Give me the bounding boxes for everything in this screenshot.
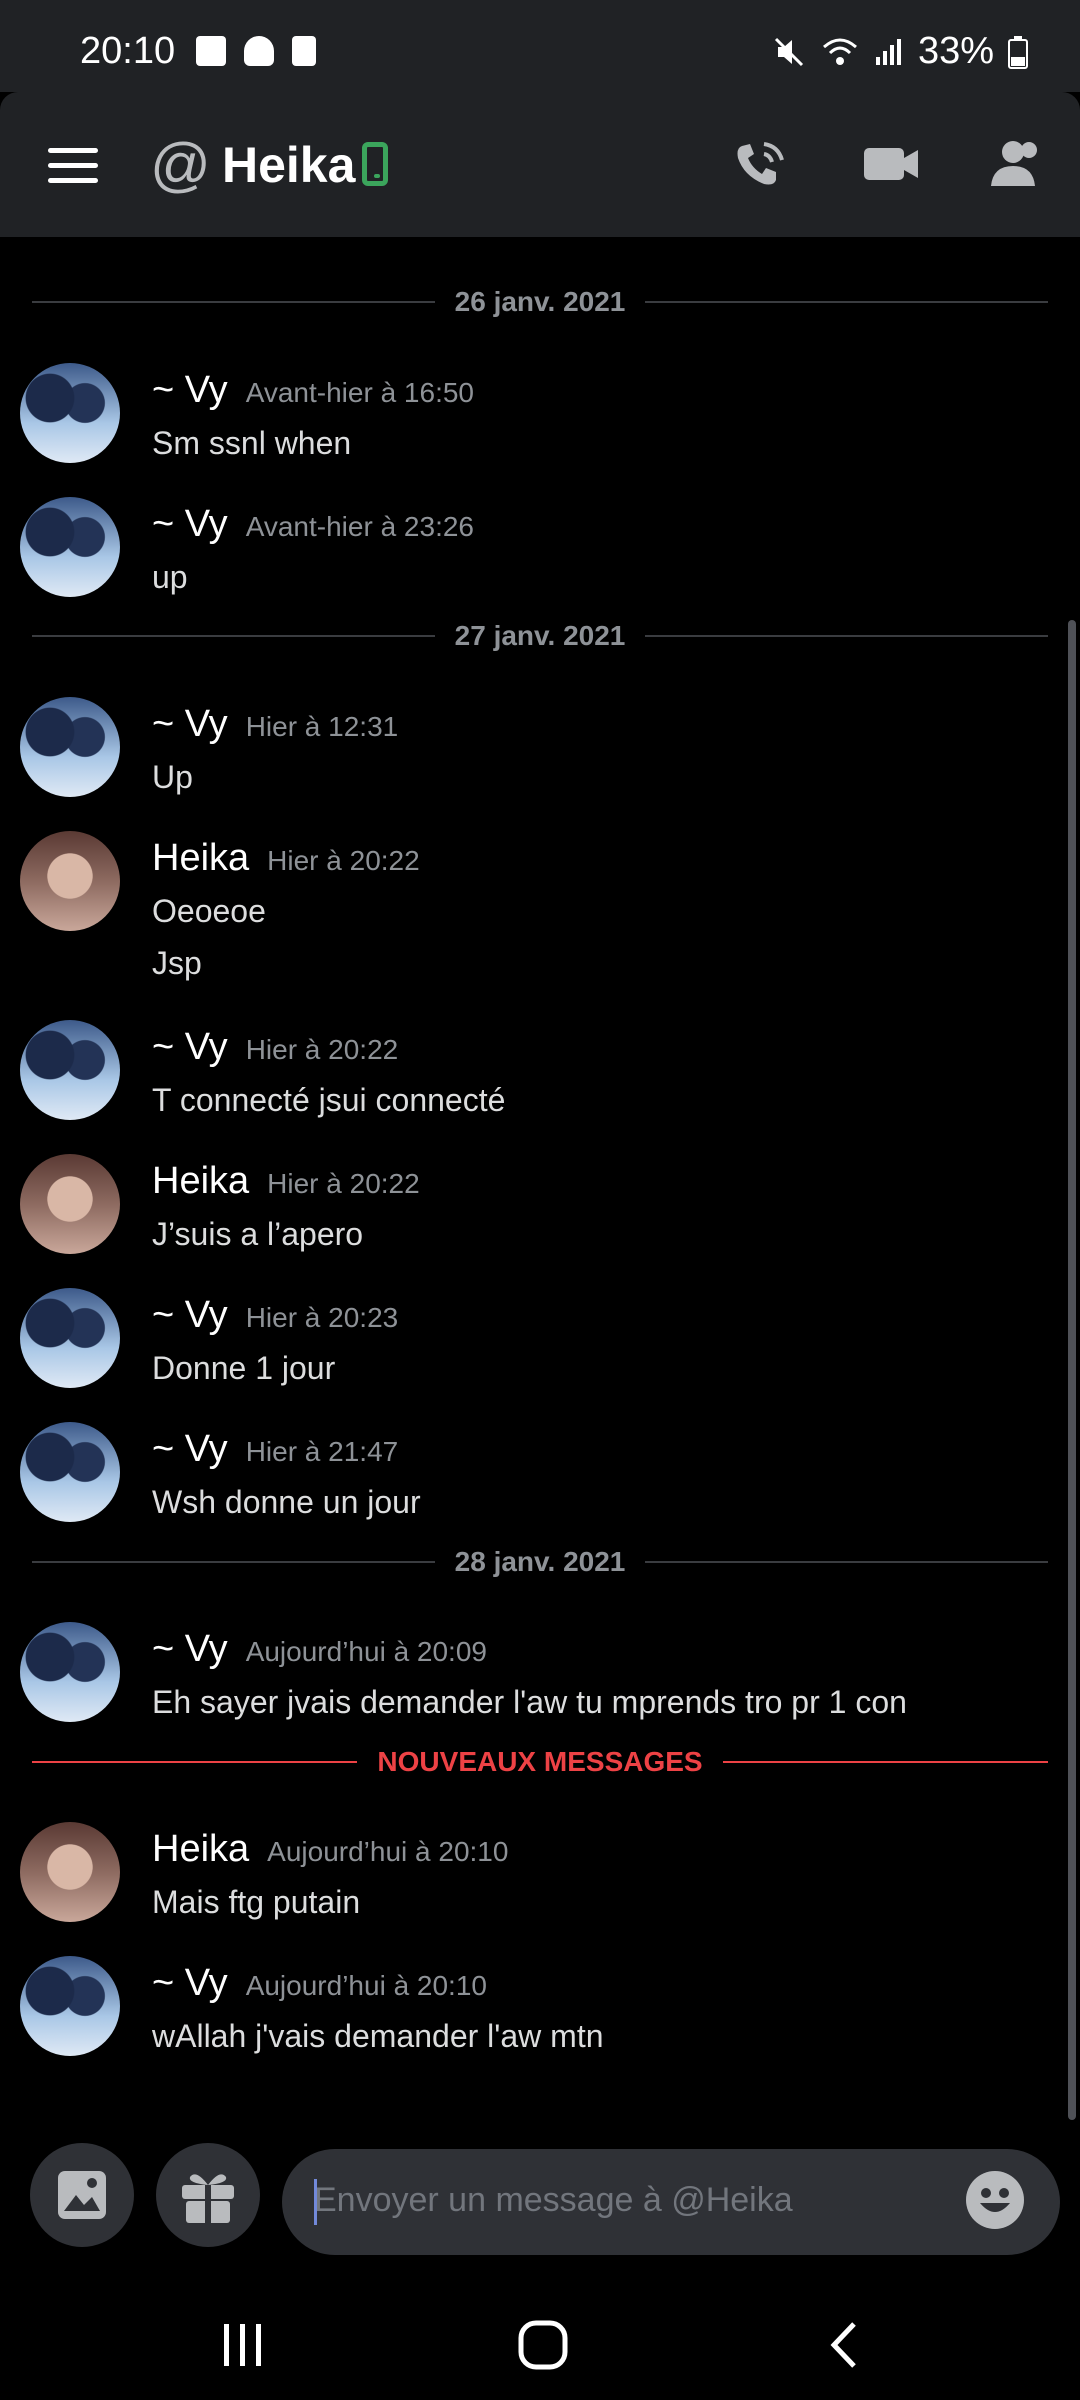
menu-icon[interactable] — [48, 148, 98, 184]
date-divider: 28 janv. 2021 — [32, 1546, 1049, 1577]
message-text: wAllah j'vais demander l'aw mtn — [152, 2018, 604, 2054]
message-timestamp: Aujourd’hui à 20:10 — [267, 1836, 509, 1867]
back-icon[interactable] — [826, 2320, 866, 2370]
status-right: 33% — [772, 30, 1028, 73]
message-timestamp: Avant-hier à 23:26 — [245, 511, 474, 542]
mute-icon — [774, 37, 803, 66]
message-timestamp: Hier à 20:23 — [245, 1302, 399, 1333]
battery-icon — [1008, 35, 1028, 69]
avatar[interactable] — [20, 1956, 120, 2056]
avatar[interactable] — [20, 1154, 120, 1254]
avatar[interactable] — [20, 363, 120, 463]
avatar[interactable] — [20, 1422, 120, 1522]
message-author[interactable]: Heika — [152, 837, 249, 880]
message-timestamp: Avant-hier à 16:50 — [245, 377, 474, 408]
gift-button[interactable] — [156, 2143, 260, 2247]
avatar[interactable] — [20, 831, 120, 931]
message-list[interactable]: 26 janv. 2021 ~ Vy Avant-hier à 16:50 Sm … — [0, 237, 1080, 2137]
status-time: 20:10 — [80, 30, 176, 72]
message-text: Mais ftg putain — [152, 1884, 361, 1920]
notification-icons — [196, 36, 316, 66]
at-icon: @ — [150, 131, 211, 198]
message-author[interactable]: ~ Vy — [152, 1628, 228, 1671]
emoji-icon — [980, 2188, 1010, 2212]
message-text: Wsh donne un jour — [152, 1484, 421, 1520]
gift-icon — [182, 2174, 234, 2223]
message-author[interactable]: ~ Vy — [152, 1026, 228, 1069]
message-timestamp: Hier à 20:22 — [267, 1168, 420, 1199]
home-icon[interactable] — [516, 2318, 570, 2372]
message-text: T connecté jsui connecté — [152, 1082, 506, 1118]
new-messages-divider: NOUVEAUX MESSAGES — [32, 1746, 1049, 1777]
avatar[interactable] — [20, 1822, 120, 1922]
message-author[interactable]: ~ Vy — [152, 1294, 228, 1337]
message-text: Eh sayer jvais demander l'aw tu mprends … — [152, 1684, 907, 1720]
message-input-placeholder: Envoyer un message à @Heika — [314, 2181, 793, 2219]
channel-header: @ Heika — [0, 92, 1080, 237]
recent-apps-icon[interactable] — [218, 2320, 268, 2370]
avatar[interactable] — [20, 1622, 120, 1722]
avatar[interactable] — [20, 497, 120, 597]
message-text: J’suis a l’apero — [152, 1216, 364, 1252]
message-timestamp: Hier à 21:47 — [245, 1436, 399, 1467]
message-author[interactable]: Heika — [152, 1160, 249, 1203]
dm-title: Heika — [222, 137, 356, 193]
voice-call-icon[interactable] — [730, 136, 792, 192]
message-author[interactable]: ~ Vy — [152, 1962, 228, 2005]
message-timestamp: Hier à 20:22 — [267, 845, 420, 876]
system-nav-bar — [0, 2280, 1080, 2400]
message-text: Sm ssnl when — [152, 425, 352, 461]
message-timestamp: Hier à 12:31 — [245, 711, 399, 742]
date-divider: 27 janv. 2021 — [32, 620, 1049, 651]
video-call-icon[interactable] — [860, 136, 922, 192]
message-author[interactable]: Heika — [152, 1828, 249, 1871]
avatar[interactable] — [20, 1288, 120, 1388]
sd-card-icon — [292, 36, 316, 66]
message-author[interactable]: ~ Vy — [152, 1428, 228, 1471]
battery-percent: 33% — [917, 30, 994, 72]
message-author[interactable]: ~ Vy — [152, 369, 228, 412]
image-icon — [58, 2171, 106, 2219]
members-icon[interactable] — [985, 136, 1047, 192]
message-timestamp: Hier à 20:22 — [245, 1034, 399, 1065]
gallery-notification-icon — [196, 36, 226, 66]
message-timestamp: Aujourd’hui à 20:09 — [245, 1636, 487, 1667]
avatar[interactable] — [20, 697, 120, 797]
wifi-icon — [822, 38, 857, 65]
text-caret — [314, 2179, 317, 2225]
message-text: Up — [152, 759, 193, 795]
attach-image-button[interactable] — [30, 2143, 134, 2247]
snapchat-notification-icon — [244, 36, 274, 66]
message-text: Oeoeoe — [152, 893, 266, 929]
status-bar: 20:10 33% — [0, 0, 1080, 92]
message-text: up — [152, 559, 188, 595]
message-author[interactable]: ~ Vy — [152, 503, 228, 546]
date-divider: 26 janv. 2021 — [32, 286, 1049, 317]
emoji-button[interactable] — [966, 2171, 1024, 2229]
mobile-online-icon — [362, 142, 388, 186]
message-input[interactable]: Envoyer un message à @Heika — [282, 2149, 1060, 2255]
scrollbar[interactable] — [1068, 620, 1076, 2120]
avatar[interactable] — [20, 1020, 120, 1120]
signal-icon — [875, 38, 901, 65]
message-text: Donne 1 jour — [152, 1350, 336, 1386]
message-text: Jsp — [152, 945, 202, 981]
message-timestamp: Aujourd’hui à 20:10 — [245, 1970, 487, 2001]
message-author[interactable]: ~ Vy — [152, 703, 228, 746]
